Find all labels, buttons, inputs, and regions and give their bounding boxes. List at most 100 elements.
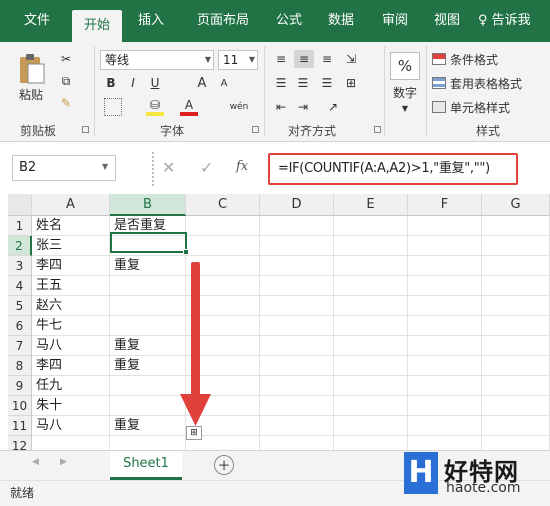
empty-cell[interactable]	[260, 276, 334, 296]
cell-b[interactable]: 重复	[110, 336, 186, 356]
empty-cell[interactable]	[482, 316, 550, 336]
cell-a[interactable]: 牛七	[32, 316, 110, 336]
empty-cell[interactable]	[482, 396, 550, 416]
merge-center-icon[interactable]: ⊞	[342, 74, 360, 92]
empty-cell[interactable]	[260, 336, 334, 356]
tab-insert[interactable]: 插入	[128, 0, 174, 42]
column-header[interactable]: F	[408, 194, 482, 216]
column-header[interactable]: A	[32, 194, 110, 216]
row-header[interactable]: 10	[8, 396, 32, 416]
bold-button[interactable]: B	[104, 74, 118, 92]
column-header[interactable]: E	[334, 194, 408, 216]
empty-cell[interactable]	[408, 216, 482, 236]
column-header[interactable]: G	[482, 194, 550, 216]
align-top-icon[interactable]: ≡	[272, 50, 290, 68]
paste-button[interactable]	[14, 50, 48, 86]
column-header[interactable]: C	[186, 194, 260, 216]
empty-cell[interactable]	[408, 296, 482, 316]
cell-b[interactable]: 重复	[110, 256, 186, 276]
empty-cell[interactable]	[334, 236, 408, 256]
align-middle-icon[interactable]: ≡	[294, 50, 314, 68]
empty-cell[interactable]	[334, 316, 408, 336]
decrease-indent-icon[interactable]: ⇤	[272, 98, 290, 116]
fill-color-icon[interactable]: ⛁	[146, 98, 164, 116]
row-header[interactable]: 7	[8, 336, 32, 356]
scroll-right-icon[interactable]: ▶	[60, 457, 67, 467]
cell-b[interactable]	[110, 296, 186, 316]
tab-file[interactable]: 文件	[14, 0, 60, 42]
cell-a[interactable]: 王五	[32, 276, 110, 296]
empty-cell[interactable]	[408, 276, 482, 296]
empty-cell[interactable]	[408, 236, 482, 256]
empty-cell[interactable]	[482, 296, 550, 316]
cell-a[interactable]: 李四	[32, 356, 110, 376]
empty-cell[interactable]	[260, 396, 334, 416]
enter-button[interactable]: ✓	[200, 158, 213, 177]
empty-cell[interactable]	[482, 376, 550, 396]
empty-cell[interactable]	[260, 316, 334, 336]
empty-cell[interactable]	[408, 316, 482, 336]
empty-cell[interactable]	[482, 216, 550, 236]
cancel-button[interactable]: ✕	[162, 158, 175, 177]
worksheet-grid[interactable]: A B C D E F G 1 姓名 是否重复 2 张三 3 李四 重复 4 王五 5 赵六 6 牛七 7 马…	[8, 194, 550, 456]
chevron-down-icon[interactable]: ▼	[398, 102, 412, 114]
cell-b[interactable]: 重复	[110, 356, 186, 376]
tab-view[interactable]: 视图	[424, 0, 470, 42]
tab-review[interactable]: 审阅	[372, 0, 418, 42]
phonetic-button[interactable]: wén	[224, 98, 254, 116]
row-header[interactable]: 4	[8, 276, 32, 296]
number-label[interactable]: 数字	[388, 84, 422, 100]
empty-cell[interactable]	[408, 416, 482, 436]
cell-a[interactable]: 任九	[32, 376, 110, 396]
empty-cell[interactable]	[334, 416, 408, 436]
sheet-tab-sheet1[interactable]: Sheet1	[110, 451, 182, 480]
wrap-text-icon[interactable]: ⇲	[342, 50, 360, 68]
empty-cell[interactable]	[260, 416, 334, 436]
clipboard-launcher-icon[interactable]	[82, 126, 89, 133]
cell-a[interactable]: 张三	[32, 236, 110, 256]
insert-function-button[interactable]: fx	[236, 159, 248, 174]
cell-b[interactable]	[110, 396, 186, 416]
font-color-button[interactable]: A	[180, 98, 198, 116]
alignment-launcher-icon[interactable]	[374, 126, 381, 133]
increase-indent-icon[interactable]: ⇥	[294, 98, 312, 116]
cell-styles-button[interactable]: 单元格样式	[432, 98, 548, 116]
cell-b[interactable]	[110, 276, 186, 296]
select-all-corner[interactable]	[8, 194, 32, 216]
tab-data[interactable]: 数据	[318, 0, 364, 42]
cell-b[interactable]	[110, 376, 186, 396]
empty-cell[interactable]	[482, 416, 550, 436]
empty-cell[interactable]	[334, 256, 408, 276]
empty-cell[interactable]	[260, 216, 334, 236]
cut-icon[interactable]: ✂	[56, 50, 76, 68]
empty-cell[interactable]	[408, 376, 482, 396]
empty-cell[interactable]	[186, 236, 260, 256]
empty-cell[interactable]	[482, 256, 550, 276]
empty-cell[interactable]	[260, 356, 334, 376]
grow-font-button[interactable]: A	[194, 74, 210, 92]
row-header[interactable]: 11	[8, 416, 32, 436]
empty-cell[interactable]	[408, 256, 482, 276]
empty-cell[interactable]	[260, 296, 334, 316]
conditional-format-button[interactable]: 条件格式	[432, 50, 548, 68]
format-painter-icon[interactable]: ✎	[56, 94, 76, 112]
cell-a[interactable]: 马八	[32, 416, 110, 436]
empty-cell[interactable]	[408, 396, 482, 416]
tab-page-layout[interactable]: 页面布局	[184, 0, 262, 42]
empty-cell[interactable]	[334, 296, 408, 316]
empty-cell[interactable]	[482, 336, 550, 356]
cell-b[interactable]	[110, 316, 186, 336]
number-format-button[interactable]: %	[390, 52, 420, 80]
copy-icon[interactable]: ⧉	[56, 72, 76, 90]
empty-cell[interactable]	[260, 376, 334, 396]
align-left-icon[interactable]: ☰	[272, 74, 290, 92]
tab-home[interactable]: 开始	[72, 10, 122, 42]
scroll-left-icon[interactable]: ◀	[32, 457, 39, 467]
add-sheet-button[interactable]: +	[214, 455, 234, 475]
column-header[interactable]: D	[260, 194, 334, 216]
empty-cell[interactable]	[334, 396, 408, 416]
empty-cell[interactable]	[334, 336, 408, 356]
tab-tell-me[interactable]: ♀ 告诉我	[478, 0, 550, 42]
font-size-combo[interactable]: 11 ▼	[218, 50, 258, 70]
column-header[interactable]: B	[110, 194, 186, 216]
